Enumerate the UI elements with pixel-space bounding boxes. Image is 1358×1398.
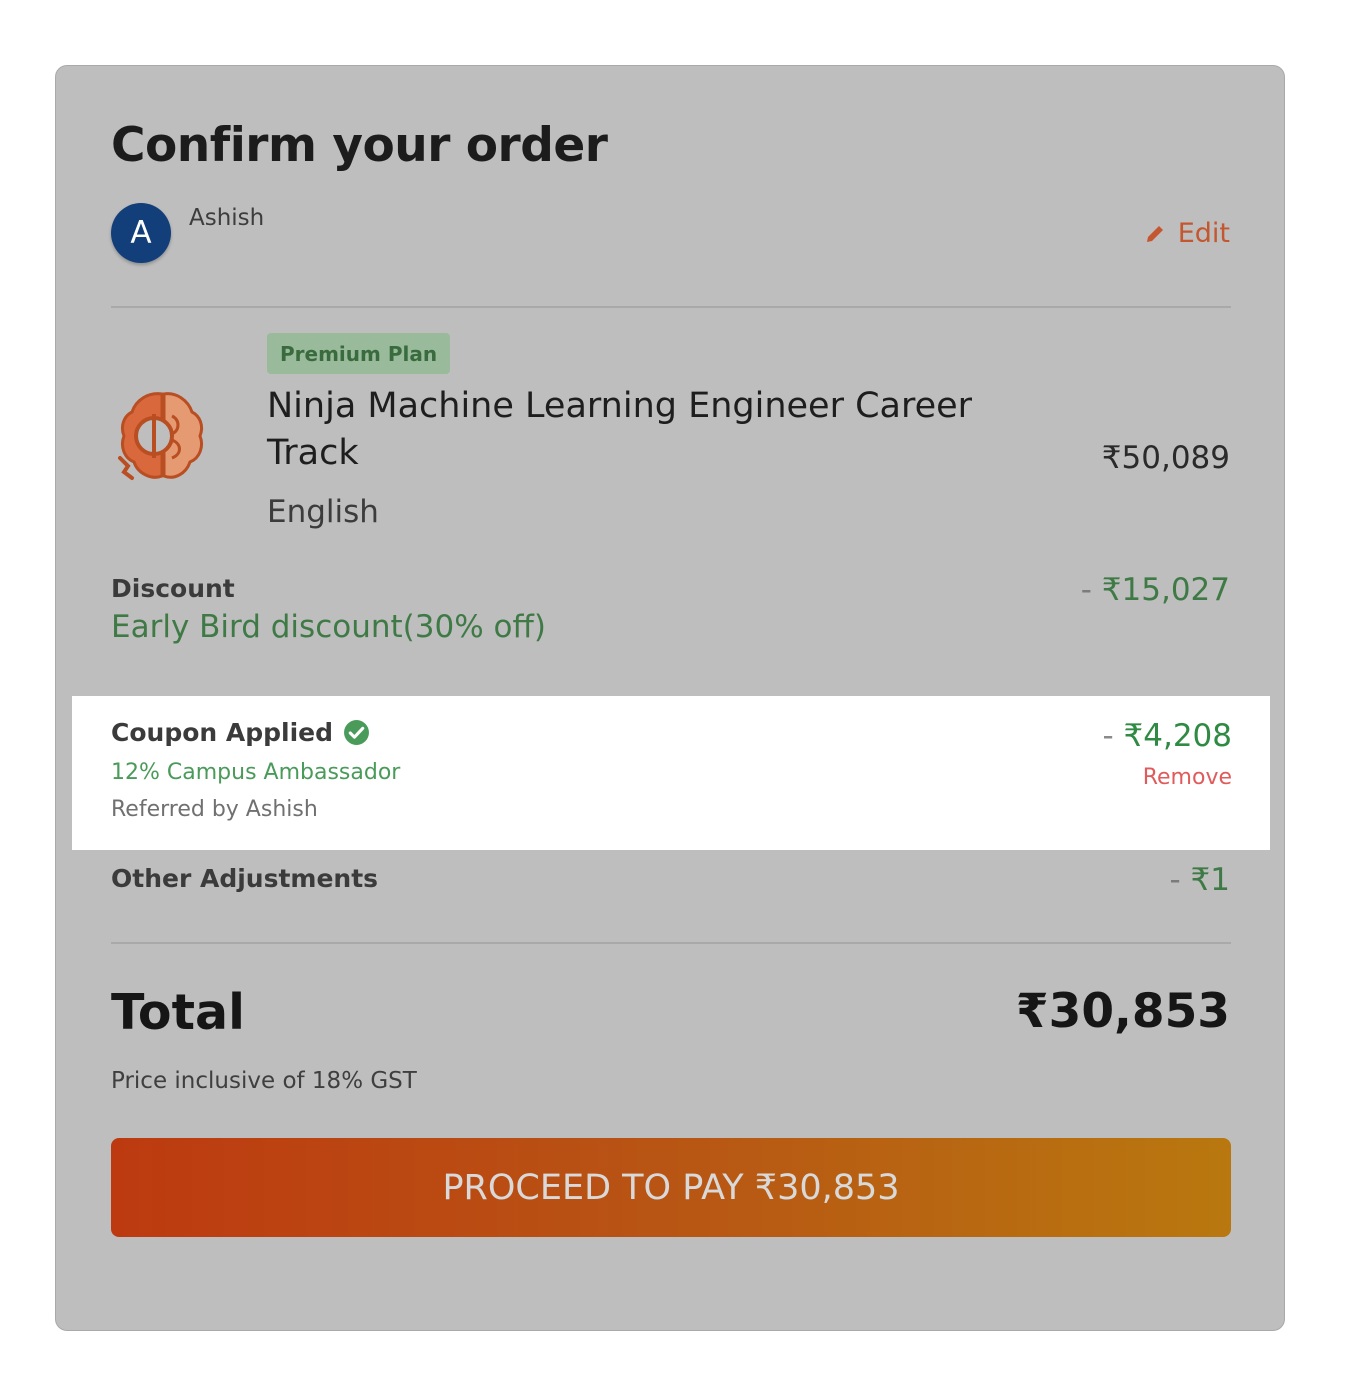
- user-name: Ashish: [189, 205, 265, 231]
- discount-description: Early Bird discount(30% off): [111, 609, 546, 645]
- amount-value: ₹15,027: [1101, 572, 1230, 608]
- avatar: A: [111, 203, 171, 263]
- amount-prefix: -: [1169, 862, 1191, 898]
- course-title: Ninja Machine Learning Engineer Career T…: [267, 386, 973, 473]
- pencil-icon: [1146, 225, 1163, 242]
- divider: [111, 306, 1231, 308]
- remove-coupon-button[interactable]: Remove: [1143, 765, 1232, 790]
- coupon-referral: Referred by Ashish: [111, 797, 318, 822]
- amount-value: ₹4,208: [1123, 718, 1232, 754]
- discount-label: Discount: [111, 574, 235, 603]
- avatar-initial: A: [130, 215, 152, 251]
- divider: [111, 942, 1231, 944]
- course-price: ₹50,089: [1101, 440, 1230, 476]
- brain-gear-icon: [118, 392, 204, 480]
- amount-value: ₹1: [1190, 862, 1230, 898]
- total-amount: ₹30,853: [1015, 984, 1230, 1039]
- edit-label: Edit: [1177, 218, 1230, 249]
- other-adjustments-amount: - ₹1: [1170, 862, 1231, 898]
- coupon-section: Coupon Applied 12% Campus Ambassador Ref…: [72, 696, 1270, 850]
- plan-badge: Premium Plan: [267, 333, 451, 374]
- coupon-name: 12% Campus Ambassador: [111, 760, 401, 785]
- total-label: Total: [111, 984, 245, 1041]
- other-adjustments-label: Other Adjustments: [111, 864, 379, 893]
- order-summary-card: Confirm your order A Ashish Edit Premium…: [55, 65, 1285, 1331]
- check-circle-icon: [344, 720, 369, 745]
- course-language: English: [267, 494, 379, 530]
- coupon-amount: - ₹4,208: [1102, 718, 1232, 754]
- amount-prefix: -: [1102, 718, 1124, 754]
- coupon-label-row: Coupon Applied: [111, 718, 370, 747]
- gst-note: Price inclusive of 18% GST: [111, 1068, 417, 1094]
- discount-amount: - ₹15,027: [1081, 572, 1230, 608]
- edit-button[interactable]: Edit: [1144, 218, 1230, 249]
- amount-prefix: -: [1080, 572, 1102, 608]
- coupon-label: Coupon Applied: [111, 718, 334, 747]
- page-title: Confirm your order: [111, 118, 608, 173]
- proceed-to-pay-button[interactable]: PROCEED TO PAY ₹30,853: [111, 1138, 1231, 1237]
